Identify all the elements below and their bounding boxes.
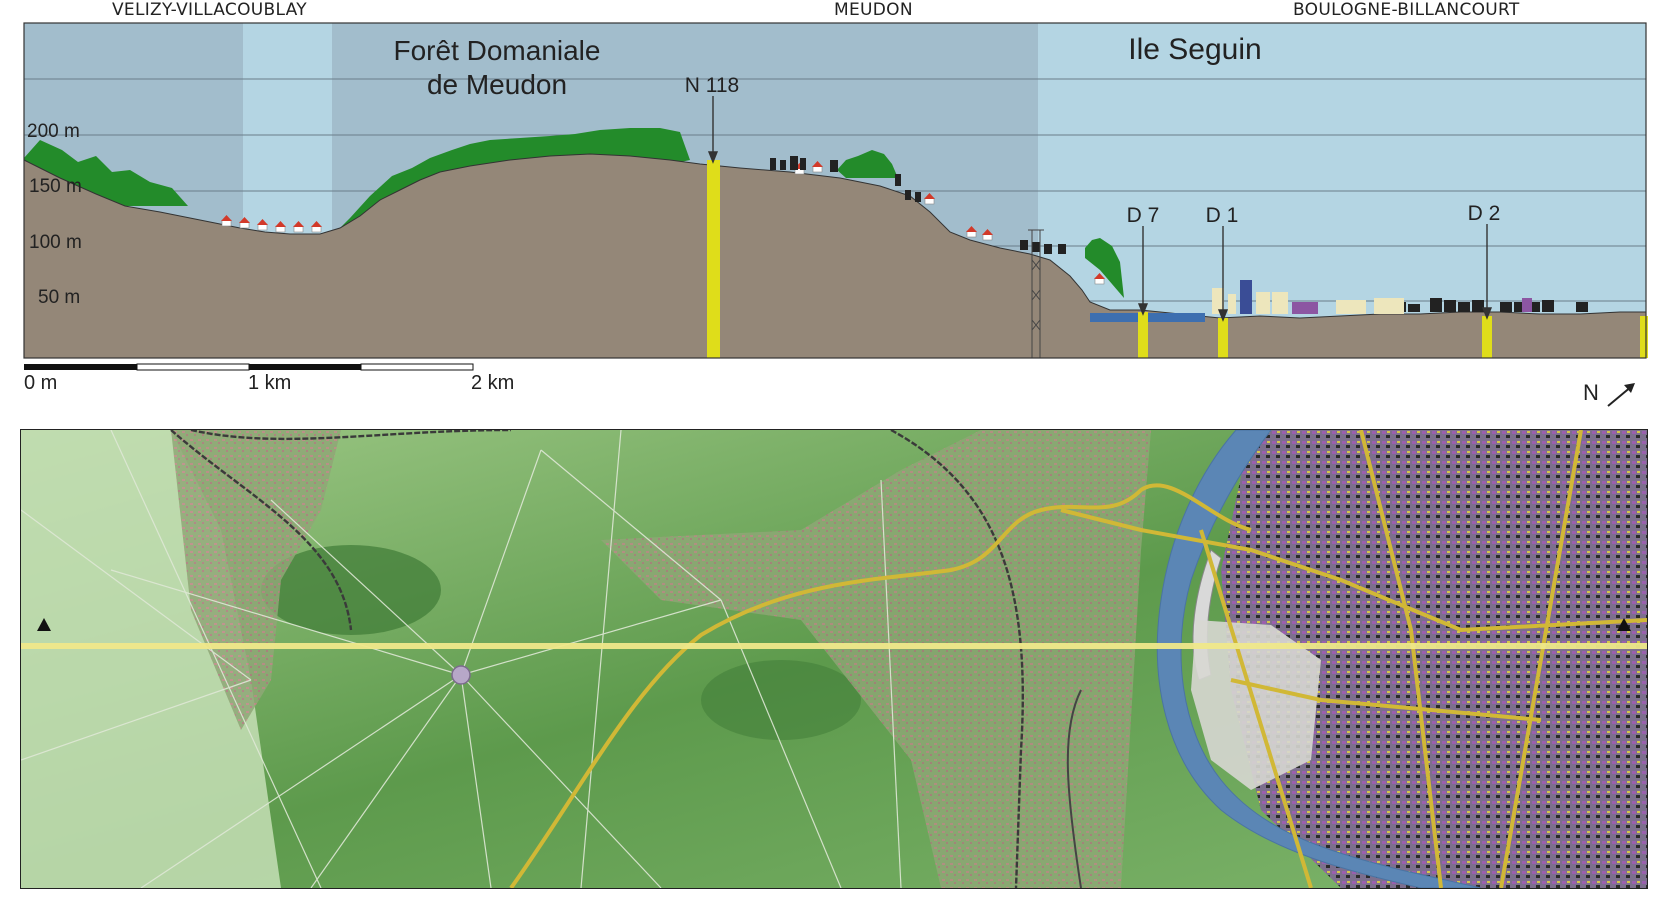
ile-seguin-title: Ile Seguin (1128, 33, 1261, 66)
scale-label-0: 0 m (24, 372, 58, 394)
road-marker-d7 (1138, 312, 1148, 358)
altitude-label-150: 150 m (29, 176, 82, 197)
road-label-n118: N 118 (685, 74, 739, 97)
altitude-label-200: 200 m (27, 121, 80, 142)
plan-map (20, 429, 1648, 889)
scale-bar (24, 363, 474, 371)
forest-valley-2 (701, 660, 861, 740)
road-label-d1: D 1 (1206, 204, 1239, 227)
altitude-label-50: 50 m (38, 287, 80, 308)
altitude-label-100: 100 m (29, 232, 82, 253)
north-label: N (1583, 380, 1599, 405)
elevation-profile: Forêt Domaniale de Meudon Ile Seguin 200… (23, 22, 1648, 371)
road-marker-d2 (1482, 316, 1492, 358)
road-marker-end (1640, 316, 1648, 358)
forest-roundabout-icon (451, 665, 471, 685)
north-arrow-icon (1607, 383, 1635, 407)
transect-line (21, 643, 1647, 649)
road-marker-d1 (1218, 318, 1228, 358)
road-label-d7: D 7 (1127, 204, 1160, 227)
map-canvas (21, 430, 1647, 888)
forest-title-line1: Forêt Domaniale (394, 35, 601, 66)
forest-title-line2: de Meudon (427, 69, 567, 100)
road-marker-n118 (707, 160, 720, 358)
scale-label-1km: 1 km (248, 372, 292, 394)
road-label-d2: D 2 (1468, 202, 1501, 225)
scale-label-2km: 2 km (471, 372, 515, 394)
